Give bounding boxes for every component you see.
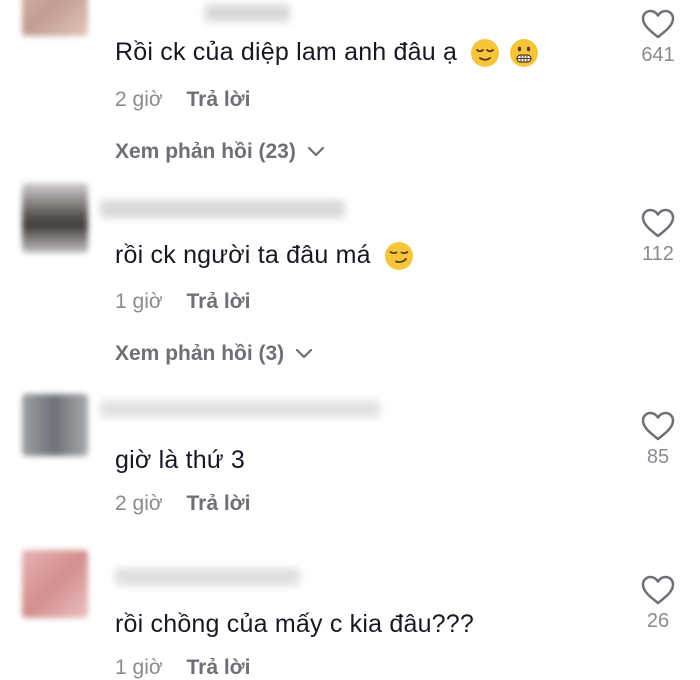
- username-blurred[interactable]: [100, 400, 380, 418]
- avatar[interactable]: [22, 183, 88, 253]
- comment-text: rồi ck người ta đâu má: [115, 241, 414, 271]
- comment-time: 1 giờ: [115, 290, 163, 313]
- reply-button[interactable]: Trả lời: [186, 88, 250, 111]
- smirking-face-icon: [384, 242, 413, 271]
- heart-icon: [641, 411, 675, 441]
- avatar[interactable]: [22, 394, 88, 456]
- heart-icon: [641, 9, 675, 39]
- comment-text: Rồi ck của diệp lam anh đâu ạ: [115, 38, 539, 68]
- comment-text: giờ là thứ 3: [115, 446, 246, 474]
- like-button[interactable]: 112: [633, 207, 683, 266]
- heart-icon: [641, 575, 675, 605]
- comment-time: 1 giờ: [115, 656, 163, 679]
- heart-icon: [641, 208, 675, 238]
- avatar[interactable]: [22, 0, 88, 36]
- like-button[interactable]: 85: [633, 410, 683, 469]
- comment-text: rồi chồng của mấy c kia đâu???: [115, 610, 474, 638]
- comment-time: 2 giờ: [115, 88, 163, 111]
- view-replies-button[interactable]: Xem phản hồi (23): [115, 140, 326, 164]
- like-count: 112: [642, 243, 674, 265]
- username-blurred[interactable]: [115, 568, 300, 586]
- view-replies-button[interactable]: Xem phản hồi (3): [115, 342, 314, 366]
- username-blurred[interactable]: [205, 4, 290, 22]
- comment-meta: 2 giờ Trả lời: [115, 492, 250, 516]
- reply-button[interactable]: Trả lời: [186, 492, 250, 515]
- like-button[interactable]: 641: [633, 8, 683, 67]
- comment-time: 2 giờ: [115, 492, 163, 515]
- reply-button[interactable]: Trả lời: [186, 290, 250, 313]
- like-button[interactable]: 26: [633, 574, 683, 633]
- like-count: 85: [646, 446, 670, 468]
- like-count: 641: [641, 44, 675, 66]
- username-blurred[interactable]: [100, 200, 345, 218]
- grimacing-face-icon: [510, 39, 539, 68]
- avatar[interactable]: [22, 550, 88, 618]
- chevron-down-icon: [307, 147, 324, 157]
- comment-meta: 1 giờ Trả lời: [115, 656, 250, 680]
- reply-button[interactable]: Trả lời: [186, 656, 250, 679]
- chevron-down-icon: [295, 349, 313, 359]
- comment-meta: 1 giờ Trả lời: [115, 290, 250, 314]
- like-count: 26: [646, 610, 670, 632]
- relieved-face-icon: [471, 39, 500, 68]
- comment-meta: 2 giờ Trả lời: [115, 88, 250, 112]
